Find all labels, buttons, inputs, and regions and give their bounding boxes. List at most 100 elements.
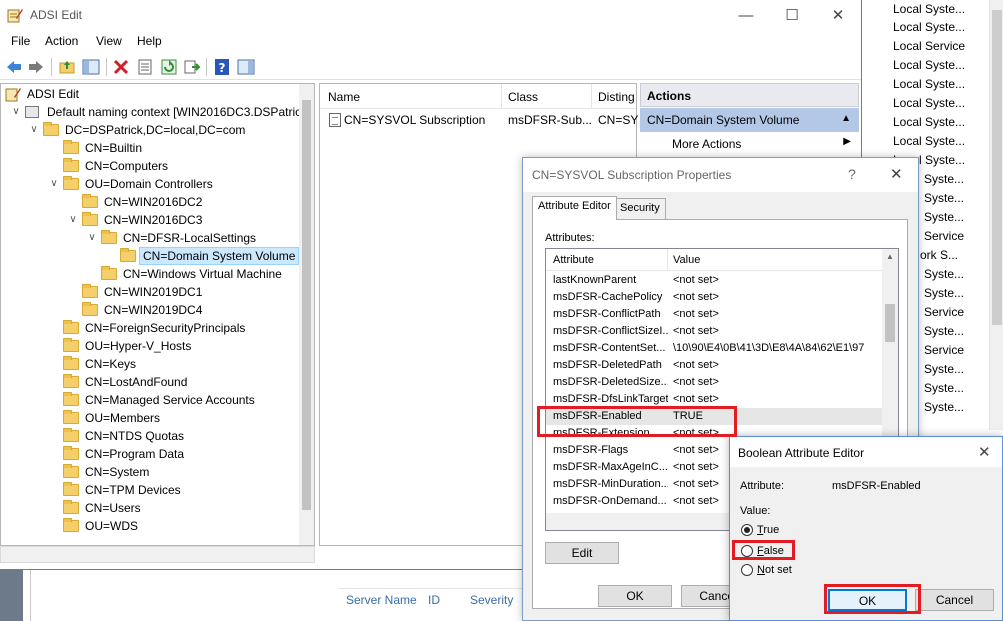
- col-severity[interactable]: Severity: [470, 593, 513, 607]
- service-logon-cell: Local Syste...: [862, 56, 990, 75]
- submenu-arrow-icon: ▶: [843, 136, 851, 147]
- boolean-cancel-button[interactable]: Cancel: [915, 589, 994, 611]
- properties-icon[interactable]: [136, 58, 154, 76]
- tree-horizontal-scrollbar[interactable]: [0, 546, 315, 563]
- attribute-name: msDFSR-DeletedSize...: [553, 376, 668, 388]
- collapse-up-icon[interactable]: ▲: [841, 113, 851, 124]
- show-hide-tree-icon[interactable]: [82, 58, 100, 76]
- expand-chevron-icon[interactable]: ∨: [87, 229, 97, 247]
- maximize-button[interactable]: ☐: [769, 0, 815, 31]
- boolean-editor-title-bar[interactable]: Boolean Attribute Editor ✕: [730, 437, 1002, 467]
- forward-arrow-icon[interactable]: [27, 58, 45, 76]
- col-server-name[interactable]: Server Name: [346, 593, 417, 607]
- properties-title-bar[interactable]: CN=SYSVOL Subscription Properties ? ✕: [523, 158, 918, 192]
- attribute-row[interactable]: msDFSR-DeletedSize... <not set>: [546, 374, 884, 391]
- service-logon-text: Local Syste...: [893, 20, 966, 34]
- result-name: CN=SYSVOL Subscription: [344, 113, 486, 127]
- help-icon[interactable]: ?: [213, 58, 231, 76]
- edit-button[interactable]: Edit: [545, 542, 619, 564]
- menu-file[interactable]: File: [11, 34, 30, 48]
- radio-false-label[interactable]: False: [757, 545, 784, 557]
- attribute-name: msDFSR-OnDemand...: [553, 495, 667, 507]
- close-button[interactable]: ✕: [815, 0, 861, 31]
- up-folder-icon[interactable]: [58, 58, 76, 76]
- properties-ok-button[interactable]: OK: [598, 585, 672, 607]
- service-logon-text: Syste...: [924, 400, 965, 414]
- tab-attribute-editor[interactable]: Attribute Editor: [532, 196, 617, 220]
- result-row-sysvol-subscription[interactable]: CN=SYSVOL Subscription msDFSR-Sub... CN=…: [320, 110, 638, 130]
- attribute-row[interactable]: msDFSR-ConflictSizeI... <not set>: [546, 323, 884, 340]
- actions-selected-object[interactable]: CN=Domain System Volume ▲: [640, 108, 859, 132]
- attribute-row[interactable]: lastKnownParent <not set>: [546, 272, 884, 289]
- radio-not-set-label[interactable]: Not set: [757, 564, 792, 576]
- attribute-row[interactable]: msDFSR-DeletedPath <not set>: [546, 357, 884, 374]
- folder-icon: [63, 464, 79, 478]
- attribute-value: <not set>: [673, 376, 719, 388]
- attribute-row[interactable]: msDFSR-CachePolicy <not set>: [546, 289, 884, 306]
- tree-label: OU=Members: [85, 411, 161, 425]
- export-list-icon[interactable]: [183, 58, 201, 76]
- radio-not-set[interactable]: [741, 564, 753, 576]
- col-name[interactable]: Name: [328, 90, 360, 104]
- tree-label: CN=Users: [85, 501, 141, 515]
- minimize-button[interactable]: —: [723, 0, 769, 31]
- col-attribute[interactable]: Attribute: [553, 254, 594, 266]
- adsi-edit-node-icon: [5, 88, 21, 102]
- expand-chevron-icon[interactable]: ∨: [29, 121, 39, 139]
- boolean-ok-button[interactable]: OK: [828, 589, 907, 611]
- attribute-name: msDFSR-ConflictSizeI...: [553, 325, 668, 337]
- show-action-pane-icon[interactable]: [237, 58, 255, 76]
- col-value[interactable]: Value: [673, 254, 700, 266]
- service-logon-text: Syste...: [924, 267, 965, 281]
- attribute-caption: Attribute:: [740, 480, 785, 492]
- service-logon-cell: Local Syste...: [862, 94, 990, 113]
- boolean-attribute-editor-dialog: Boolean Attribute Editor ✕ Attribute: ms…: [729, 436, 1003, 621]
- tab-security[interactable]: Security: [614, 198, 666, 219]
- toolbar: ?: [0, 53, 861, 80]
- col-distinguished-name[interactable]: Disting: [598, 90, 635, 104]
- folder-icon: [63, 518, 79, 532]
- folder-icon: [63, 356, 79, 370]
- more-actions-item[interactable]: More Actions ▶: [640, 133, 859, 155]
- refresh-icon[interactable]: [160, 58, 178, 76]
- tree-vertical-scrollbar[interactable]: [299, 84, 314, 545]
- back-arrow-icon[interactable]: [5, 58, 23, 76]
- service-logon-text: ork S...: [920, 248, 959, 262]
- service-logon-text: Syste...: [924, 210, 965, 224]
- radio-true-label[interactable]: True: [757, 524, 779, 536]
- folder-icon: [63, 320, 79, 334]
- expand-chevron-icon[interactable]: ∨: [68, 211, 78, 229]
- radio-false[interactable]: [741, 545, 753, 557]
- more-actions-label: More Actions: [672, 137, 742, 151]
- col-id[interactable]: ID: [428, 593, 440, 607]
- object-icon: [329, 113, 341, 127]
- tree-label: CN=LostAndFound: [85, 375, 188, 389]
- attribute-name: msDFSR-CachePolicy: [553, 291, 663, 303]
- menu-view[interactable]: View: [96, 34, 122, 48]
- boolean-editor-close-button[interactable]: ✕: [978, 443, 991, 461]
- console-tree[interactable]: ADSI Edit ∨ Default naming context [WIN20…: [0, 83, 315, 546]
- services-scrollbar[interactable]: [989, 0, 1003, 430]
- attribute-name: msDFSR-Enabled: [553, 410, 642, 422]
- attribute-row[interactable]: msDFSR-ContentSet... \10\90\E4\0B\41\3D\E…: [546, 340, 884, 357]
- attribute-value: <not set>: [673, 291, 719, 303]
- service-logon-cell: Local Syste...: [862, 0, 990, 19]
- actions-header: Actions: [640, 83, 859, 107]
- attribute-row[interactable]: msDFSR-DfsLinkTarget <not set>: [546, 391, 884, 408]
- col-class[interactable]: Class: [508, 90, 538, 104]
- menu-action[interactable]: Action: [45, 34, 78, 48]
- help-button[interactable]: ?: [848, 166, 856, 182]
- delete-icon[interactable]: [112, 58, 130, 76]
- title-bar[interactable]: ADSI Edit — ☐ ✕: [0, 0, 861, 31]
- radio-true[interactable]: [741, 524, 753, 536]
- expand-chevron-icon[interactable]: ∨: [49, 175, 59, 193]
- folder-icon: [82, 212, 98, 226]
- expand-chevron-icon[interactable]: ∨: [11, 103, 21, 121]
- tree-label: CN=NTDS Quotas: [85, 429, 185, 443]
- folder-icon: [120, 248, 136, 262]
- attribute-row[interactable]: msDFSR-ConflictPath <not set>: [546, 306, 884, 323]
- properties-close-button[interactable]: ✕: [890, 165, 903, 183]
- attribute-row[interactable]: msDFSR-Enabled TRUE: [546, 408, 884, 425]
- menu-help[interactable]: Help: [137, 34, 162, 48]
- service-logon-text: Service: [924, 343, 965, 357]
